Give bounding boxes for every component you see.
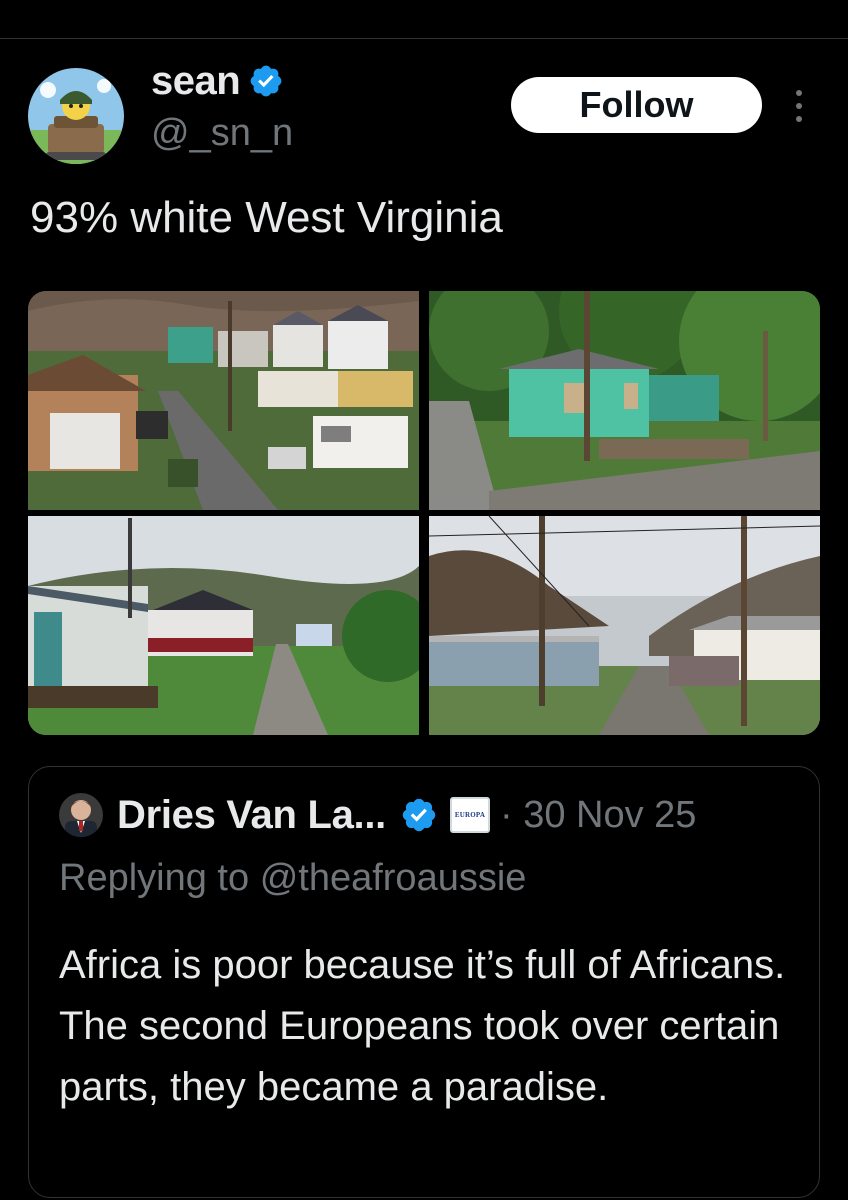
replying-to-line: Replying to @theafroaussie xyxy=(59,857,526,900)
quoted-author-row: Dries Van La... EUROPA · 30 Nov 25 xyxy=(117,789,696,841)
organization-badge-text: EUROPA xyxy=(454,811,486,819)
quoted-post-date-row: · 30 Nov 25 xyxy=(500,794,696,837)
quoted-post-text: Africa is poor because it’s full of Afri… xyxy=(59,943,786,1109)
verified-icon xyxy=(250,65,282,97)
date-separator: · xyxy=(499,793,513,836)
replying-to-mention[interactable]: @theafroaussie xyxy=(260,857,527,899)
quoted-post-date[interactable]: 30 Nov 25 xyxy=(523,794,696,836)
organization-badge-icon[interactable]: EUROPA xyxy=(449,797,490,833)
photo-3[interactable] xyxy=(28,516,419,735)
photo-1[interactable] xyxy=(28,291,419,510)
author-name-row: sean xyxy=(151,56,284,106)
replying-to-prefix: Replying to xyxy=(59,857,250,899)
more-options-icon[interactable] xyxy=(786,86,812,126)
author-handle[interactable]: @_sn_n xyxy=(151,112,293,155)
quoted-post-card[interactable]: Dries Van La... EUROPA · 30 Nov 25 Reply… xyxy=(28,766,820,1198)
photo-4[interactable] xyxy=(429,516,820,735)
verified-icon xyxy=(402,798,436,832)
top-divider xyxy=(0,38,848,39)
follow-button[interactable]: Follow xyxy=(511,77,762,133)
quoted-author-avatar[interactable] xyxy=(59,793,103,837)
author-display-name[interactable]: sean xyxy=(151,59,241,104)
quoted-author-name[interactable]: Dries Van La... xyxy=(117,793,386,838)
author-avatar[interactable] xyxy=(28,68,124,164)
post-text: 93% white West Virginia xyxy=(30,193,503,242)
media-grid[interactable] xyxy=(28,291,820,735)
photo-2[interactable] xyxy=(429,291,820,510)
